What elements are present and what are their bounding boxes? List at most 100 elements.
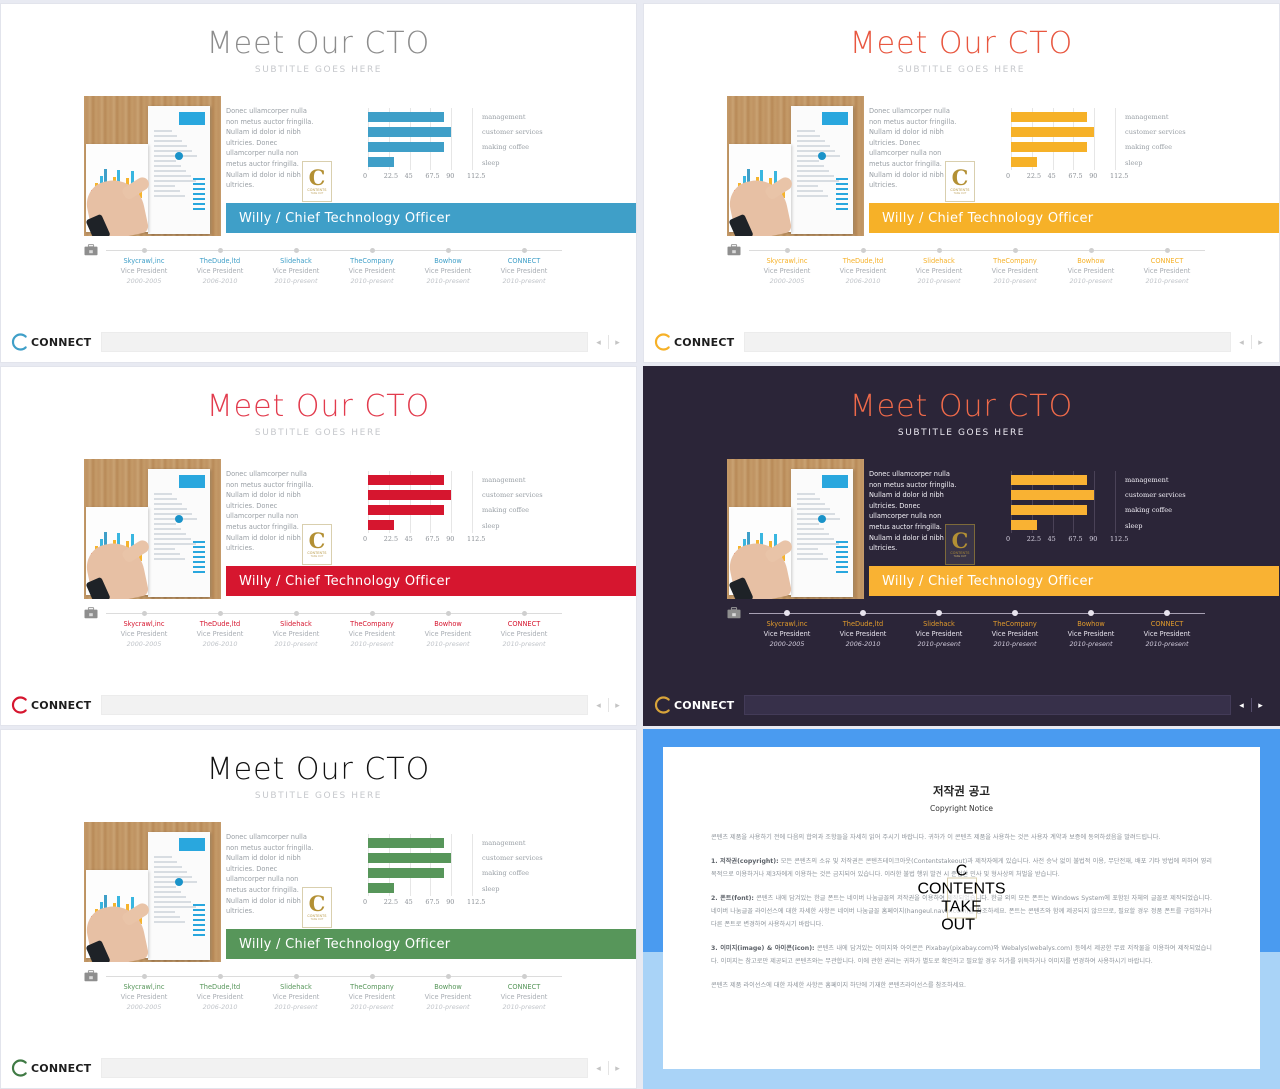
- timeline-role: Vice President: [196, 630, 244, 638]
- slide-footer: CONNECT ◂ ▸: [644, 685, 1279, 725]
- name-title-bar: Willy / Chief Technology Officer: [226, 566, 636, 596]
- connect-logo[interactable]: CONNECT: [652, 695, 744, 715]
- timeline-item[interactable]: CONNECT Vice President 2010-present: [486, 244, 562, 285]
- connect-logo[interactable]: CONNECT: [9, 332, 101, 352]
- timeline-item[interactable]: Bowhow Vice President 2010-present: [1053, 244, 1129, 285]
- timeline-item[interactable]: Bowhow Vice President 2010-present: [1053, 607, 1129, 648]
- chart-xtick: 112.5: [467, 172, 486, 180]
- timeline-role: Vice President: [763, 267, 811, 275]
- next-slide-button[interactable]: ▸: [1252, 700, 1270, 711]
- timeline-item[interactable]: TheDude,ltd Vice President 2006-2010: [825, 607, 901, 648]
- timeline-years: 2010-present: [274, 640, 318, 648]
- timeline-years: 2010-present: [502, 1003, 546, 1011]
- prev-slide-button[interactable]: ◂: [590, 1063, 608, 1074]
- prev-slide-button[interactable]: ◂: [1233, 337, 1251, 348]
- slide-panel[interactable]: Meet Our CTO SUBTITLE GOES HERE Donec ul…: [0, 3, 637, 363]
- timeline-years: 2006-2010: [845, 277, 881, 285]
- timeline-years: 2006-2010: [845, 640, 881, 648]
- slide-panel[interactable]: Meet Our CTO SUBTITLE GOES HERE Donec ul…: [0, 366, 637, 726]
- connect-logo-text: CONNECT: [31, 1061, 92, 1075]
- prev-slide-button[interactable]: ◂: [590, 337, 608, 348]
- footer-bar: [744, 695, 1231, 715]
- slide-panel[interactable]: Meet Our CTO SUBTITLE GOES HERE Donec ul…: [643, 366, 1280, 726]
- chart-xtick: 45: [1047, 172, 1056, 180]
- watermark-line-2: TAKE OUT: [953, 555, 967, 558]
- timeline-item[interactable]: Slidehack Vice President 2010-present: [901, 607, 977, 648]
- timeline-item[interactable]: Skycrawl,inc Vice President 2000-2005: [106, 970, 182, 1011]
- timeline-item[interactable]: Slidehack Vice President 2010-present: [258, 970, 334, 1011]
- chart-xtick: 0: [1006, 172, 1011, 180]
- timeline-item[interactable]: Skycrawl,inc Vice President 2000-2005: [106, 244, 182, 285]
- slide-canvas: Meet Our CTO SUBTITLE GOES HERE Donec ul…: [644, 367, 1279, 677]
- timeline-item[interactable]: Skycrawl,inc Vice President 2000-2005: [749, 244, 825, 285]
- next-slide-button[interactable]: ▸: [609, 1063, 627, 1074]
- career-timeline: Skycrawl,inc Vice President 2000-2005 Th…: [84, 970, 562, 1018]
- resume-badge-icon: [175, 152, 183, 160]
- timeline-item[interactable]: CONNECT Vice President 2010-present: [486, 970, 562, 1011]
- timeline-item[interactable]: TheDude,ltd Vice President 2006-2010: [182, 244, 258, 285]
- timeline-item[interactable]: Skycrawl,inc Vice President 2000-2005: [106, 607, 182, 648]
- next-slide-button[interactable]: ▸: [609, 700, 627, 711]
- timeline-item[interactable]: Bowhow Vice President 2010-present: [410, 970, 486, 1011]
- connect-logo[interactable]: CONNECT: [652, 332, 744, 352]
- connect-logo[interactable]: CONNECT: [9, 1058, 101, 1078]
- timeline-item[interactable]: TheDude,ltd Vice President 2006-2010: [182, 970, 258, 1011]
- slide-panel[interactable]: Meet Our CTO SUBTITLE GOES HERE Donec ul…: [643, 3, 1280, 363]
- timeline-item[interactable]: CONNECT Vice President 2010-present: [1129, 607, 1205, 648]
- slide-panel[interactable]: Meet Our CTO SUBTITLE GOES HERE Donec ul…: [0, 729, 637, 1089]
- timeline-item[interactable]: TheDude,ltd Vice President 2006-2010: [825, 244, 901, 285]
- footer-bar: [101, 332, 588, 352]
- timeline-item[interactable]: TheCompany Vice President 2010-present: [334, 970, 410, 1011]
- timeline-years: 2000-2005: [126, 1003, 162, 1011]
- timeline-role: Vice President: [1143, 267, 1191, 275]
- slide-content: Donec ullamcorper nulla non metus auctor…: [84, 459, 636, 601]
- timeline-item[interactable]: Slidehack Vice President 2010-present: [258, 244, 334, 285]
- timeline-item[interactable]: TheCompany Vice President 2010-present: [977, 607, 1053, 648]
- timeline-years: 2010-present: [917, 277, 961, 285]
- timeline-item[interactable]: Slidehack Vice President 2010-present: [901, 244, 977, 285]
- timeline-company: Slidehack: [280, 257, 312, 265]
- chart-legend-item: customer services: [482, 854, 543, 863]
- watermark-line-2: TAKE OUT: [310, 555, 324, 558]
- prev-slide-button[interactable]: ◂: [1233, 700, 1251, 711]
- profile-photo: [84, 96, 221, 236]
- timeline-item[interactable]: TheCompany Vice President 2010-present: [977, 244, 1053, 285]
- timeline-company: TheCompany: [350, 620, 394, 628]
- slide-navigation: ◂ ▸: [588, 1061, 628, 1075]
- connect-logo[interactable]: CONNECT: [9, 695, 101, 715]
- timeline-item[interactable]: Bowhow Vice President 2010-present: [410, 244, 486, 285]
- slide-content: Donec ullamcorper nulla non metus auctor…: [727, 96, 1279, 238]
- chart-legend-item: sleep: [1125, 521, 1143, 530]
- page-subtitle: SUBTITLE GOES HERE: [254, 65, 383, 75]
- next-slide-button[interactable]: ▸: [1252, 337, 1270, 348]
- prev-slide-button[interactable]: ◂: [590, 700, 608, 711]
- timeline-item[interactable]: Slidehack Vice President 2010-present: [258, 607, 334, 648]
- watermark-line-2: TAKE OUT: [310, 918, 324, 921]
- timeline-item[interactable]: TheCompany Vice President 2010-present: [334, 244, 410, 285]
- chart-xtick: 90: [446, 535, 455, 543]
- timeline-item[interactable]: TheDude,ltd Vice President 2006-2010: [182, 607, 258, 648]
- timeline-item[interactable]: Skycrawl,inc Vice President 2000-2005: [749, 607, 825, 648]
- timeline-role: Vice President: [1067, 267, 1115, 275]
- timeline-dot-icon: [784, 610, 790, 616]
- page-subtitle: SUBTITLE GOES HERE: [897, 428, 1026, 438]
- timeline-dot-icon: [1088, 248, 1094, 253]
- timeline-item[interactable]: Bowhow Vice President 2010-present: [410, 607, 486, 648]
- slide-thumbnail-grid: Meet Our CTO SUBTITLE GOES HERE Donec ul…: [0, 0, 1280, 1089]
- timeline-years: 2010-present: [1145, 277, 1189, 285]
- chart-bar: [368, 505, 444, 515]
- timeline-role: Vice President: [915, 630, 963, 638]
- timeline-item[interactable]: TheCompany Vice President 2010-present: [334, 607, 410, 648]
- next-slide-button[interactable]: ▸: [609, 337, 627, 348]
- timeline-years: 2010-present: [502, 277, 546, 285]
- timeline-item[interactable]: CONNECT Vice President 2010-present: [1129, 244, 1205, 285]
- profile-photo: [727, 459, 864, 599]
- skills-bar-chart: 0 22.5 45 67.5 90 112.5: [363, 834, 485, 912]
- profile-photo: [84, 822, 221, 962]
- chart-legend: management customer services making coffee…: [482, 110, 566, 171]
- timeline-item[interactable]: CONNECT Vice President 2010-present: [486, 607, 562, 648]
- career-timeline: Skycrawl,inc Vice President 2000-2005 Th…: [727, 244, 1205, 292]
- slide-canvas: Meet Our CTO SUBTITLE GOES HERE Donec ul…: [1, 4, 636, 314]
- copyright-notice-panel[interactable]: 저작권 공고 Copyright Notice 콘텐츠 제품을 사용하기 전에 …: [643, 729, 1280, 1089]
- timeline-company: Bowhow: [434, 620, 462, 628]
